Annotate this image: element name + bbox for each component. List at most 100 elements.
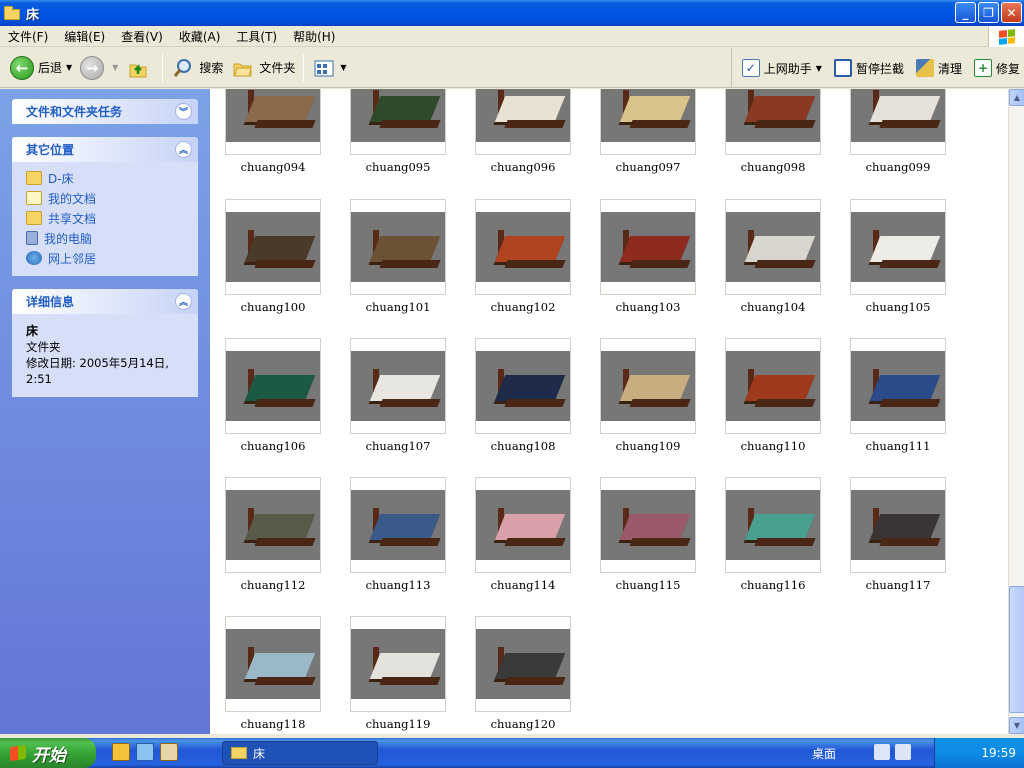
file-thumbnail[interactable]: chuang102: [475, 199, 571, 314]
other-places-header[interactable]: 其它位置 ︽: [12, 137, 198, 162]
file-thumbnail[interactable]: chuang106: [225, 338, 321, 453]
app-launcher-icon[interactable]: [160, 743, 178, 761]
messenger-icon[interactable]: [136, 743, 154, 761]
file-name-label: chuang101: [365, 300, 431, 314]
online-helper-button[interactable]: ✓ 上网助手 ▼: [738, 52, 826, 84]
help-icon[interactable]: [895, 744, 911, 760]
file-thumbnail[interactable]: chuang096: [475, 89, 571, 174]
details-header[interactable]: 详细信息 ︽: [12, 289, 198, 314]
file-thumbnail[interactable]: chuang120: [475, 616, 571, 731]
menu-favorites[interactable]: 收藏(A): [171, 28, 229, 45]
minimize-button[interactable]: _: [955, 2, 976, 23]
up-folder-button[interactable]: [122, 52, 158, 84]
bed-render-image: [226, 629, 320, 699]
search-button[interactable]: 搜索: [167, 52, 227, 84]
views-button[interactable]: ▼: [308, 52, 350, 84]
chevron-down-icon[interactable]: ▼: [112, 63, 118, 72]
file-thumbnail[interactable]: chuang107: [350, 338, 446, 453]
bed-render-image: [851, 351, 945, 421]
title-bar[interactable]: 床 _ ❐ ✕: [0, 0, 1024, 26]
file-thumbnail[interactable]: chuang095: [350, 89, 446, 174]
menu-file[interactable]: 文件(F): [0, 28, 56, 45]
place-label: 网上邻居: [48, 251, 97, 266]
menu-view[interactable]: 查看(V): [113, 28, 171, 45]
bed-render-image: [351, 351, 445, 421]
file-thumbnail[interactable]: chuang105: [850, 199, 946, 314]
place-link-d-drive-folder[interactable]: D-床: [26, 168, 184, 188]
taskbar-window-button[interactable]: 床: [222, 741, 378, 765]
file-thumbnail[interactable]: chuang097: [600, 89, 696, 174]
thumbnail-frame: [475, 338, 571, 434]
menu-help[interactable]: 帮助(H): [285, 28, 343, 45]
folder-icon: [231, 747, 247, 759]
file-thumbnail[interactable]: chuang114: [475, 477, 571, 592]
file-thumbnail[interactable]: chuang094: [225, 89, 321, 174]
forward-button[interactable]: → ▼: [76, 52, 122, 84]
file-thumbnail[interactable]: chuang101: [350, 199, 446, 314]
file-thumbnail[interactable]: chuang110: [725, 338, 821, 453]
media-player-icon[interactable]: [112, 743, 130, 761]
windows-flag-icon: [10, 744, 26, 762]
back-button[interactable]: ← 后退 ▼: [6, 52, 76, 84]
scroll-up-button[interactable]: ▲: [1009, 89, 1024, 106]
place-link-my-computer[interactable]: 我的电脑: [26, 228, 184, 248]
menu-edit[interactable]: 编辑(E): [56, 28, 113, 45]
close-button[interactable]: ✕: [1001, 2, 1022, 23]
file-thumbnail[interactable]: chuang115: [600, 477, 696, 592]
file-thumbnail[interactable]: chuang111: [850, 338, 946, 453]
chevron-down-icon[interactable]: ▼: [816, 64, 822, 73]
folders-button[interactable]: 文件夹: [227, 52, 299, 84]
search-label: 搜索: [199, 61, 224, 75]
clock[interactable]: 19:59: [981, 746, 1016, 760]
file-thumbnail[interactable]: chuang103: [600, 199, 696, 314]
file-thumbnail[interactable]: chuang116: [725, 477, 821, 592]
place-link-my-documents[interactable]: 我的文档: [26, 188, 184, 208]
repair-button[interactable]: + 修复: [970, 52, 1024, 84]
network-icon: [26, 251, 42, 265]
bed-render-image: [351, 629, 445, 699]
bed-render-image: [851, 212, 945, 282]
place-link-shared-documents[interactable]: 共享文档: [26, 208, 184, 228]
file-thumbnail[interactable]: chuang113: [350, 477, 446, 592]
vertical-scrollbar[interactable]: ▲ ▼: [1008, 89, 1024, 734]
expand-chevron-icon[interactable]: ︾: [175, 103, 192, 120]
scroll-down-button[interactable]: ▼: [1009, 717, 1024, 734]
toolbar-separator: [162, 53, 164, 82]
collapse-chevron-icon[interactable]: ︽: [175, 141, 192, 158]
thumbnail-frame: [350, 89, 446, 155]
file-view[interactable]: chuang094 chuang095 chuang096 chuang097 chua…: [210, 89, 1008, 734]
folder-icon: [26, 171, 42, 185]
start-button[interactable]: 开始: [0, 738, 96, 768]
file-thumbnail[interactable]: chuang100: [225, 199, 321, 314]
menu-tools[interactable]: 工具(T): [228, 28, 285, 45]
file-thumbnail[interactable]: chuang098: [725, 89, 821, 174]
file-thumbnail[interactable]: chuang119: [350, 616, 446, 731]
file-thumbnail[interactable]: chuang104: [725, 199, 821, 314]
clean-button[interactable]: 清理: [912, 52, 966, 84]
keyboard-icon[interactable]: [874, 744, 890, 760]
chevron-down-icon[interactable]: ▼: [66, 63, 72, 72]
details-title: 详细信息: [26, 295, 75, 309]
other-places-title: 其它位置: [26, 143, 75, 157]
chevron-down-icon[interactable]: ▼: [340, 63, 346, 72]
collapse-chevron-icon[interactable]: ︽: [175, 293, 192, 310]
file-name-label: chuang107: [365, 439, 431, 453]
thumbnail-frame: [225, 89, 321, 155]
file-thumbnail[interactable]: chuang108: [475, 338, 571, 453]
search-icon: [171, 56, 195, 80]
file-thumbnail[interactable]: chuang112: [225, 477, 321, 592]
file-thumbnail[interactable]: chuang109: [600, 338, 696, 453]
popup-block-button[interactable]: 暂停拦截: [830, 52, 908, 84]
place-link-network[interactable]: 网上邻居: [26, 248, 184, 268]
file-name-label: chuang108: [490, 439, 556, 453]
maximize-button[interactable]: ❐: [978, 2, 999, 23]
file-thumbnail[interactable]: chuang117: [850, 477, 946, 592]
repair-label: 修复: [995, 61, 1020, 76]
scroll-thumb[interactable]: [1009, 586, 1024, 713]
bed-render-image: [601, 351, 695, 421]
file-thumbnail[interactable]: chuang118: [225, 616, 321, 731]
file-thumbnail[interactable]: chuang099: [850, 89, 946, 174]
thumbnail-frame: [725, 477, 821, 573]
file-folder-tasks-header[interactable]: 文件和文件夹任务 ︾: [12, 99, 198, 124]
desktop-toolbar-label[interactable]: 桌面: [812, 745, 836, 762]
